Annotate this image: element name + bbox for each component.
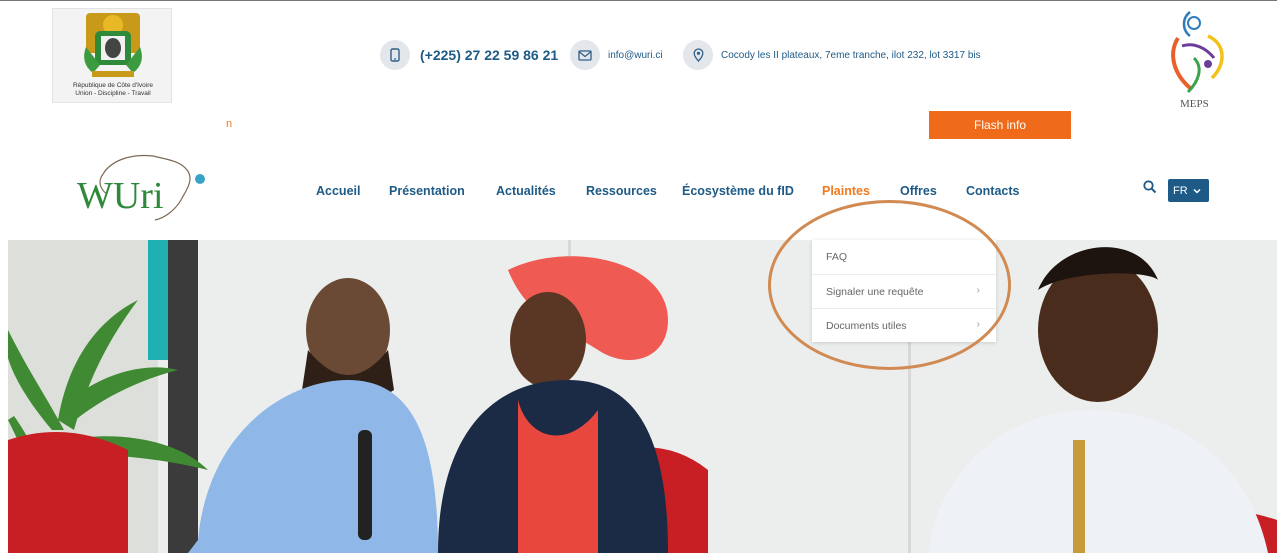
coat-of-arms-logo[interactable]: République de Côte d'Ivoire Union - Disc… [52, 8, 172, 103]
phone-icon [380, 40, 410, 70]
hero-photo [8, 240, 1277, 553]
nav-item-plaintes[interactable]: Plaintes [822, 184, 870, 198]
dropdown-item-signaler-requete[interactable]: Signaler une requête › [812, 274, 996, 308]
email-address: info@wuri.ci [608, 49, 663, 61]
location-icon [683, 40, 713, 70]
top-border [0, 0, 1277, 8]
wuri-logo[interactable]: WUri [75, 152, 215, 222]
nav-item-offres[interactable]: Offres [900, 184, 937, 198]
arms-caption-country: République de Côte d'Ivoire [72, 82, 153, 89]
address-contact: Cocody les II plateaux, 7eme tranche, il… [683, 40, 981, 70]
hero-photo-scene [8, 240, 1277, 553]
wuri-logo-graphic: WUri [77, 154, 205, 221]
chevron-down-icon [1193, 188, 1201, 194]
nav-item-contacts[interactable]: Contacts [966, 184, 1019, 198]
coat-of-arms-emblem [84, 13, 142, 77]
news-ticker-fragment: n [226, 118, 233, 130]
search-icon[interactable] [1143, 180, 1157, 199]
phone-number: (+225) 27 22 59 86 21 [420, 47, 559, 63]
chevron-right-icon: › [976, 319, 980, 330]
meps-logo[interactable]: MEPS [1164, 8, 1236, 110]
chevron-right-icon: › [976, 285, 980, 296]
dropdown-item-faq[interactable]: FAQ [812, 240, 996, 274]
plaintes-dropdown-menu: FAQ Signaler une requête › Documents uti… [812, 240, 996, 342]
email-contact[interactable]: info@wuri.ci [570, 40, 663, 70]
meps-emblem [1171, 11, 1224, 94]
flash-info-button[interactable]: Flash info [929, 111, 1071, 139]
meps-label: MEPS [1180, 98, 1209, 110]
nav-item-accueil[interactable]: Accueil [316, 184, 360, 198]
dropdown-item-label: Documents utiles [826, 319, 907, 332]
nav-item-ecosysteme[interactable]: Écosystème du fID [682, 184, 794, 198]
dropdown-item-label: Signaler une requête [826, 285, 924, 298]
email-icon [570, 40, 600, 70]
language-label: FR [1173, 184, 1188, 197]
language-selector[interactable]: FR [1168, 179, 1209, 202]
nav-item-presentation[interactable]: Présentation [389, 184, 465, 198]
dropdown-item-documents-utiles[interactable]: Documents utiles › [812, 308, 996, 342]
arms-caption-motto: Union - Discipline - Travail [75, 90, 151, 97]
nav-item-ressources[interactable]: Ressources [586, 184, 657, 198]
address-text: Cocody les II plateaux, 7eme tranche, il… [721, 49, 981, 61]
nav-item-actualites[interactable]: Actualités [496, 184, 556, 198]
wuri-logo-text: WUri [77, 175, 164, 217]
dropdown-item-label: FAQ [826, 251, 848, 263]
phone-contact[interactable]: (+225) 27 22 59 86 21 [380, 40, 558, 70]
